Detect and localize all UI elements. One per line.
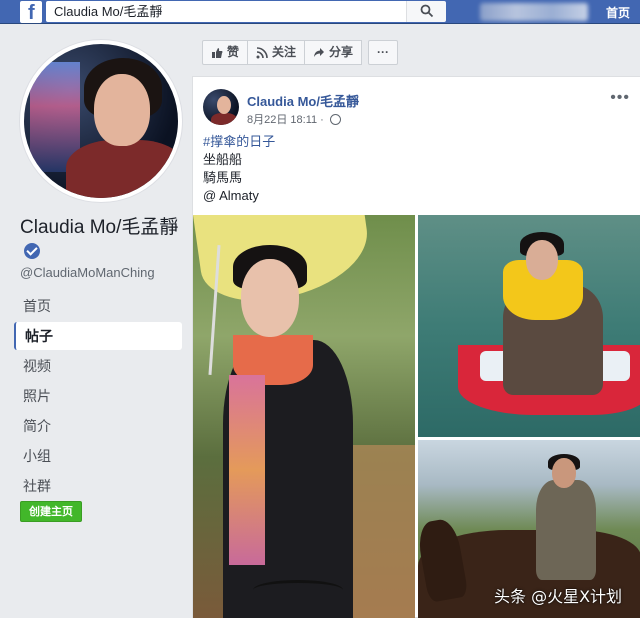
share-button[interactable]: 分享 <box>305 40 363 65</box>
person-scarf-tail <box>229 375 265 565</box>
post-hashtag[interactable]: #撑傘的日子 <box>203 133 275 151</box>
person-face <box>552 458 576 488</box>
post-author-avatar[interactable] <box>203 89 239 125</box>
like-button[interactable]: 赞 <box>202 40 249 65</box>
follow-button[interactable]: 关注 <box>248 40 306 65</box>
rss-follow-icon <box>256 46 268 58</box>
watermark-text: 头条 @火星X计划 <box>494 587 623 606</box>
search-button[interactable] <box>406 1 446 22</box>
like-label: 赞 <box>227 45 240 59</box>
post-author-name[interactable]: Claudia Mo/毛孟靜 <box>247 91 359 110</box>
avatar-face <box>94 74 150 146</box>
page-action-bar: 赞 关注 分享 ··· <box>202 40 399 65</box>
post-line: 騎馬馬 <box>203 170 243 185</box>
share-arrow-icon <box>314 47 325 57</box>
post-avatar-coat <box>211 113 237 125</box>
photo-mark-line <box>253 580 343 600</box>
post-line: 坐船船 <box>203 152 243 167</box>
person-body <box>536 480 596 580</box>
person-face <box>526 240 558 280</box>
nav-item-about[interactable]: 简介 <box>14 412 182 440</box>
avatar-coat <box>66 140 178 198</box>
nav-item-home[interactable]: 首页 <box>14 292 182 320</box>
nav-item-photos[interactable]: 照片 <box>14 382 182 410</box>
facebook-logo-icon[interactable]: f <box>20 1 42 24</box>
nav-item-posts[interactable]: 帖子 <box>14 322 182 350</box>
follow-label: 关注 <box>272 45 297 59</box>
search-input[interactable]: Claudia Mo/毛孟靜 <box>46 1 406 22</box>
search-icon <box>420 4 434 18</box>
avatar <box>24 44 178 198</box>
nav-item-community[interactable]: 社群 <box>14 472 182 500</box>
post-location[interactable]: @ Almaty <box>203 187 275 205</box>
profile-picture[interactable] <box>20 40 182 202</box>
page-navigation: 首页 帖子 视频 照片 简介 小组 社群 <box>14 292 182 502</box>
post-time-text: 8月22日 18:11 · <box>247 114 324 126</box>
top-navigation-bar: f Claudia Mo/毛孟靜 首页 <box>0 0 640 24</box>
post-photo-umbrella[interactable] <box>193 215 415 618</box>
profile-name-text: Claudia Mo/毛孟靜 <box>20 217 179 238</box>
thumbs-up-icon <box>212 47 223 58</box>
more-options-button[interactable]: ··· <box>368 40 399 65</box>
post-menu-icon[interactable]: ••• <box>610 89 630 107</box>
share-label: 分享 <box>329 45 354 59</box>
verified-badge-icon <box>24 243 40 259</box>
blurred-user-area <box>480 3 588 21</box>
post-timestamp[interactable]: 8月22日 18:11 · <box>247 111 341 127</box>
nav-item-groups[interactable]: 小组 <box>14 442 182 470</box>
facebook-logo-letter: f <box>28 2 35 24</box>
nav-item-videos[interactable]: 视频 <box>14 352 182 380</box>
post-photo-boat[interactable] <box>418 215 640 437</box>
post-avatar-face <box>217 96 231 114</box>
profile-name: Claudia Mo/毛孟靜 <box>20 216 180 264</box>
profile-handle[interactable]: @ClaudiaMoManChing <box>20 265 155 280</box>
post-card: Claudia Mo/毛孟靜 8月22日 18:11 · ••• #撑傘的日子 … <box>192 76 640 618</box>
photo-background-path <box>343 445 415 618</box>
person-face <box>241 259 299 337</box>
create-page-button[interactable]: 创建主页 <box>20 501 82 522</box>
home-link[interactable]: 首页 <box>606 4 630 21</box>
globe-icon <box>329 113 341 125</box>
more-dots-icon: ··· <box>377 45 390 59</box>
post-body: #撑傘的日子 坐船船 騎馬馬 @ Almaty <box>203 133 275 205</box>
